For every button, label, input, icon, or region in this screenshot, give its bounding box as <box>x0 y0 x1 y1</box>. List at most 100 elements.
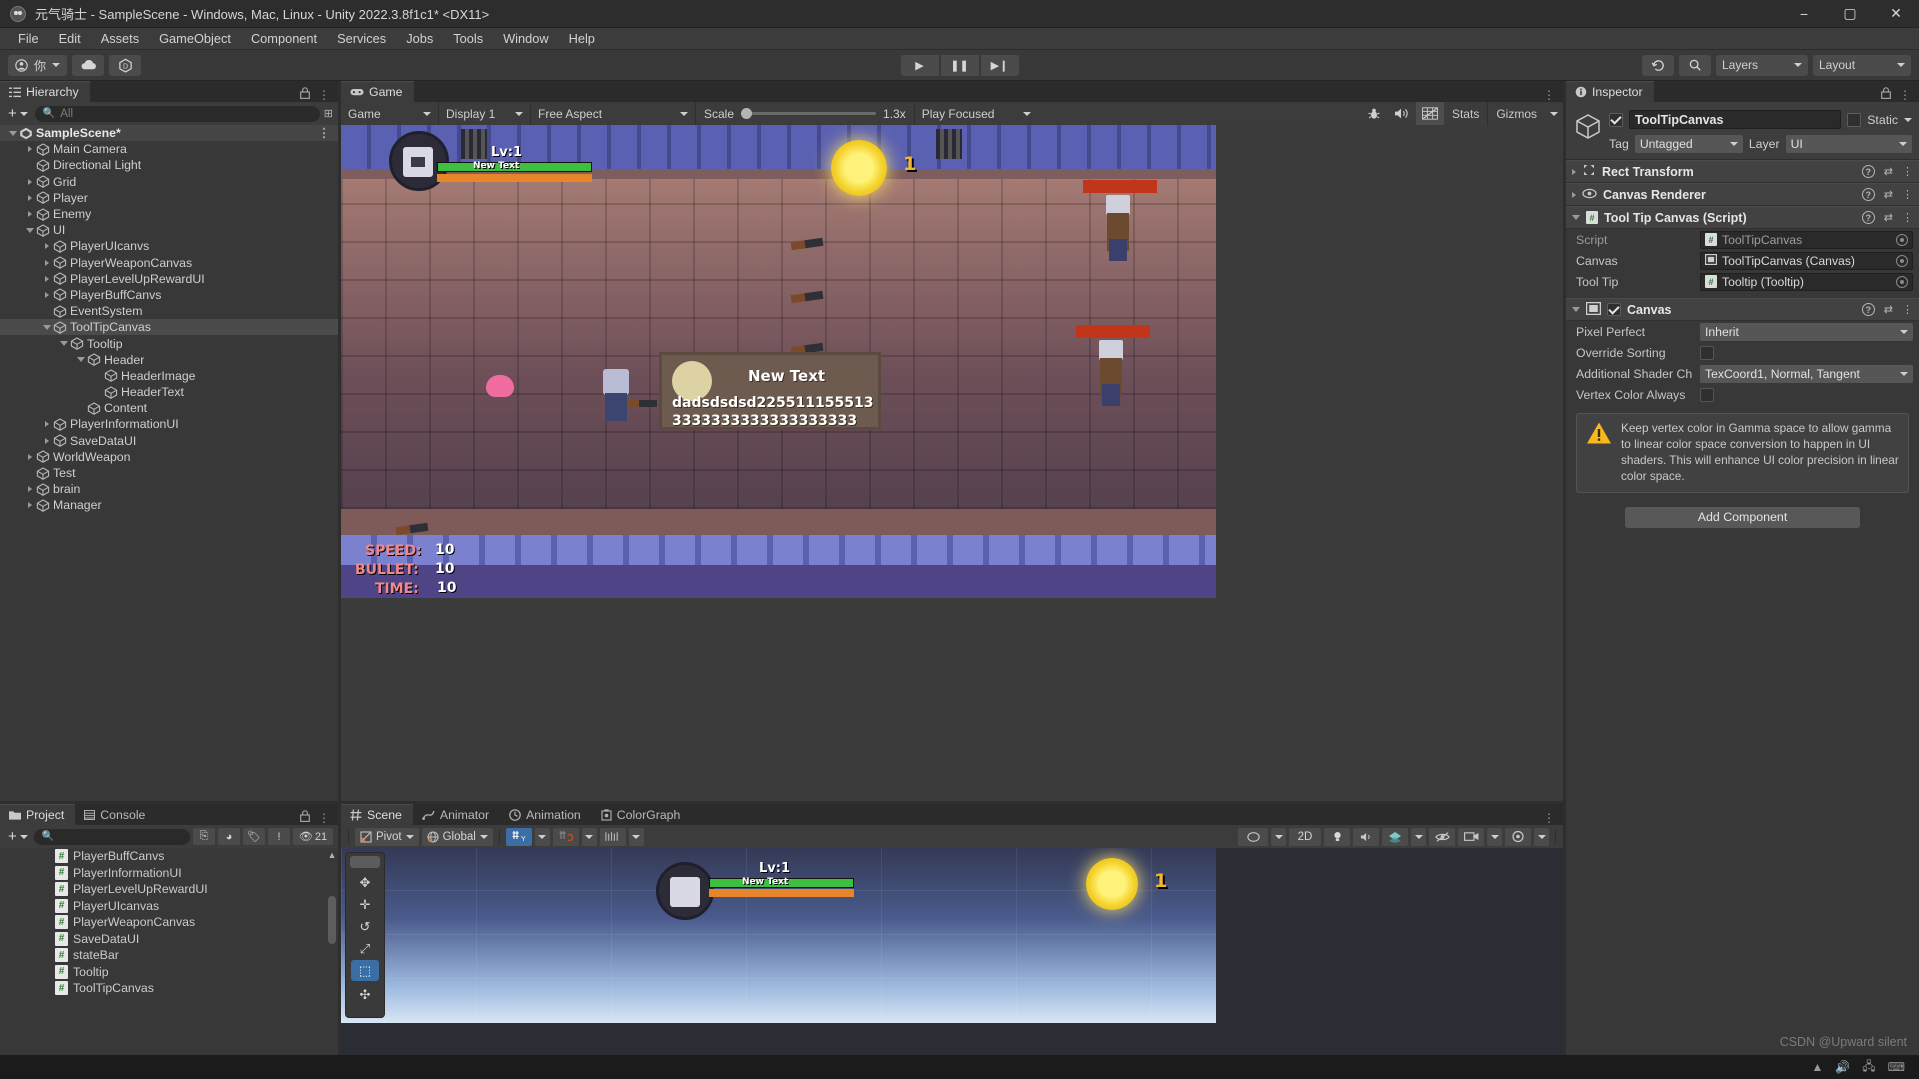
chevron-down-icon[interactable] <box>25 227 34 233</box>
tab-animation[interactable]: Animation <box>500 804 592 825</box>
chevron-right-icon[interactable] <box>27 502 32 509</box>
tool-transform-icon[interactable]: ✣ <box>351 984 379 1005</box>
project-item-playerbuffcanvs[interactable]: # PlayerBuffCanvs <box>0 848 338 865</box>
help-icon[interactable]: ? <box>1861 211 1875 224</box>
pixel-perfect-dropdown[interactable]: Inherit <box>1700 322 1913 341</box>
lock-icon[interactable] <box>300 87 310 102</box>
hierarchy-item-playeruicanvs[interactable]: PlayerUIcanvs <box>0 238 338 254</box>
kebab-menu-icon[interactable]: ⋮ <box>1902 188 1913 201</box>
menu-services[interactable]: Services <box>327 29 396 48</box>
hierarchy-tree[interactable]: SampleScene* ⋮ Main Camera Directional Ligh… <box>0 125 338 801</box>
project-item-playerinformationui[interactable]: # PlayerInformationUI <box>0 865 338 882</box>
twisty-toggle[interactable] <box>23 194 36 201</box>
tab-hierarchy[interactable]: Hierarchy <box>0 81 90 102</box>
effects-icon[interactable] <box>1382 827 1408 846</box>
hierarchy-item-headerimage[interactable]: HeaderImage <box>0 368 338 384</box>
maximize-button[interactable]: ▢ <box>1827 0 1873 28</box>
shader-channels-dropdown[interactable]: TexCoord1, Normal, Tangent <box>1700 364 1913 383</box>
project-asset-list[interactable]: ▲ ▼ #PlayerBuffCanvs#PlayerInformationUI… <box>0 848 338 1079</box>
hierarchy-item-tooltip[interactable]: Tooltip <box>0 335 338 351</box>
tool-hand-icon[interactable]: ✥ <box>351 872 379 893</box>
hierarchy-item-manager[interactable]: Manager <box>0 497 338 513</box>
filter-error-icon[interactable]: ! <box>268 828 290 845</box>
chevron-right-icon[interactable] <box>44 421 49 428</box>
target-display-dropdown[interactable]: Game <box>341 102 439 125</box>
kebab-menu-icon[interactable]: ⋮ <box>1902 303 1913 316</box>
hierarchy-item-grid[interactable]: Grid <box>0 174 338 190</box>
project-scrollbar-thumb[interactable] <box>328 896 336 944</box>
help-icon[interactable]: ? <box>1861 188 1875 201</box>
twisty-toggle[interactable] <box>40 275 53 282</box>
gizmos-toggle-dropdown[interactable] <box>1534 827 1549 846</box>
hierarchy-item-playerbuffcanvs[interactable]: PlayerBuffCanvs <box>0 287 338 303</box>
chevron-right-icon[interactable] <box>44 437 49 444</box>
project-item-savedataui[interactable]: # SaveDataUI <box>0 931 338 948</box>
hierarchy-item-worldweapon[interactable]: WorldWeapon <box>0 449 338 465</box>
shading-dropdown[interactable] <box>1271 827 1286 846</box>
hierarchy-item-playerinformationui[interactable]: PlayerInformationUI <box>0 416 338 432</box>
close-button[interactable]: ✕ <box>1873 0 1919 28</box>
preset-icon[interactable]: ⇄ <box>1884 303 1893 316</box>
layers-dropdown[interactable]: Layers <box>1716 54 1808 76</box>
effects-dropdown[interactable] <box>1411 827 1426 846</box>
component-canvas-renderer[interactable]: Canvas Renderer ? ⇄ ⋮ <box>1566 183 1919 206</box>
canvas-object-field[interactable]: ToolTipCanvas (Canvas) <box>1700 251 1913 270</box>
twisty-toggle[interactable] <box>40 291 53 298</box>
project-search-input[interactable]: 🔍 <box>33 828 190 845</box>
twisty-toggle[interactable] <box>23 211 36 218</box>
twisty-toggle[interactable] <box>23 502 36 509</box>
hierarchy-item-content[interactable]: Content <box>0 400 338 416</box>
project-item-tooltipcanvas[interactable]: # ToolTipCanvas <box>0 980 338 997</box>
preset-icon[interactable]: ⇄ <box>1884 165 1893 178</box>
hierarchy-item-main-camera[interactable]: Main Camera <box>0 141 338 157</box>
hierarchy-search-input[interactable]: 🔍 All <box>34 105 320 122</box>
chevron-down-icon[interactable] <box>42 324 51 330</box>
chevron-right-icon[interactable] <box>44 275 49 282</box>
twisty-toggle[interactable] <box>40 421 53 428</box>
tool-scale-icon[interactable]: ⤢ <box>351 938 379 959</box>
filter-label-icon[interactable]: 🏷 <box>243 828 265 845</box>
tray-icon-3[interactable]: 🖧 <box>1862 1057 1875 1078</box>
scale-slider-knob[interactable] <box>741 108 753 119</box>
ruler-dropdown[interactable] <box>628 827 644 846</box>
tab-project[interactable]: Project <box>0 804 76 825</box>
debug-bug-icon[interactable] <box>1360 102 1388 125</box>
tool-rect-icon[interactable]: ⬚ <box>351 960 379 981</box>
object-picker-icon[interactable] <box>1896 254 1908 267</box>
camera-settings-icon[interactable] <box>1458 827 1484 846</box>
chevron-down-icon[interactable] <box>1904 117 1912 122</box>
minimize-button[interactable]: − <box>1781 0 1827 28</box>
twisty-toggle[interactable] <box>23 178 36 185</box>
chevron-right-icon[interactable] <box>1572 168 1576 175</box>
lock-icon[interactable] <box>1881 87 1891 102</box>
shading-mode-icon[interactable] <box>1238 827 1268 846</box>
display-dropdown[interactable]: Display 1 <box>439 102 531 125</box>
component-rect-transform[interactable]: Rect Transform ? ⇄ ⋮ <box>1566 160 1919 183</box>
camera-dropdown[interactable] <box>1487 827 1502 846</box>
object-picker-icon[interactable] <box>1896 275 1908 288</box>
kebab-menu-icon[interactable]: ⋮ <box>1902 165 1913 178</box>
hierarchy-options-icon[interactable]: ⊞ <box>324 107 333 120</box>
gizmos-button[interactable]: Gizmos <box>1487 102 1545 125</box>
space-toggle[interactable]: Global <box>421 827 493 846</box>
component-canvas[interactable]: Canvas ? ⇄ ⋮ <box>1566 298 1919 321</box>
static-checkbox[interactable] <box>1847 112 1862 127</box>
kebab-menu-icon[interactable]: ⋮ <box>1902 211 1913 224</box>
menu-jobs[interactable]: Jobs <box>396 29 443 48</box>
tray-icon-4[interactable]: ⌨ <box>1888 1060 1905 1074</box>
project-item-statebar[interactable]: # stateBar <box>0 947 338 964</box>
hierarchy-item-header[interactable]: Header <box>0 352 338 368</box>
help-icon[interactable]: ? <box>1861 165 1875 178</box>
chevron-right-icon[interactable] <box>44 259 49 266</box>
kebab-menu-icon[interactable]: ⋮ <box>1899 88 1911 102</box>
grid-snap-dropdown[interactable] <box>534 827 550 846</box>
chevron-right-icon[interactable] <box>27 486 32 493</box>
chevron-down-icon[interactable] <box>8 130 17 136</box>
chevron-right-icon[interactable] <box>27 211 32 218</box>
play-button[interactable]: ▶ <box>900 54 939 76</box>
cloud-button[interactable] <box>72 54 105 76</box>
chevron-right-icon[interactable] <box>1572 191 1576 198</box>
chevron-down-icon[interactable] <box>76 357 85 363</box>
create-asset-button[interactable]: + <box>5 829 31 844</box>
chevron-right-icon[interactable] <box>44 291 49 298</box>
